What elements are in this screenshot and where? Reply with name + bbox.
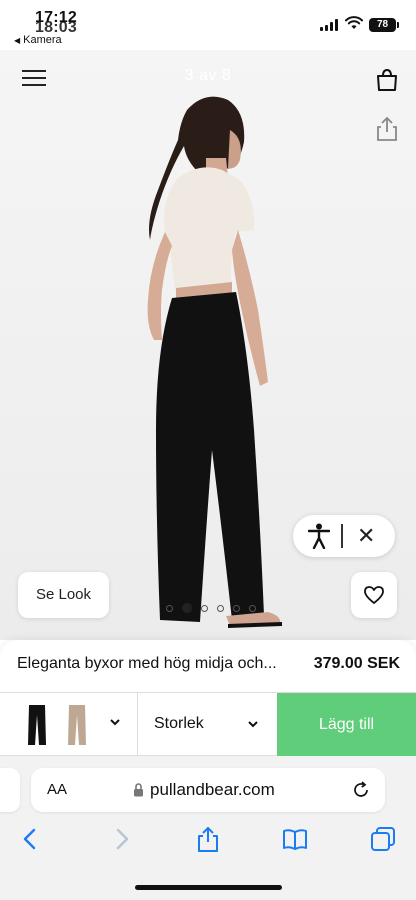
battery-icon: 78: [369, 18, 399, 32]
shopping-bag-icon[interactable]: [376, 68, 398, 92]
image-counter: 3 av 8: [184, 67, 232, 84]
back-app-label: Kamera: [23, 34, 62, 46]
see-look-button[interactable]: Se Look: [18, 572, 109, 618]
color-swatch-beige[interactable]: [66, 705, 88, 745]
color-chevron-down-icon[interactable]: [108, 715, 122, 729]
previous-tab-peek[interactable]: [0, 768, 20, 812]
product-info-bar[interactable]: Eleganta byxor med hög midja och... 379.…: [0, 640, 416, 692]
size-selector[interactable]: Storlek: [154, 715, 204, 733]
reload-icon[interactable]: [351, 780, 371, 800]
favorite-button[interactable]: [351, 572, 397, 618]
pagination-dot[interactable]: [182, 603, 192, 613]
accessibility-icon[interactable]: [308, 523, 330, 549]
address-bar[interactable]: AA pullandbear.com: [31, 768, 385, 812]
color-swatch-black[interactable]: [26, 705, 48, 745]
pagination-dot[interactable]: [201, 604, 208, 612]
gallery-pagination[interactable]: [166, 603, 256, 613]
text-size-button[interactable]: AA: [47, 781, 67, 798]
heart-icon: [364, 586, 384, 604]
pagination-dot[interactable]: [166, 604, 173, 612]
share-icon[interactable]: [375, 116, 399, 142]
forward-icon[interactable]: [108, 826, 134, 852]
browser-toolbar: AA pullandbear.com: [0, 756, 416, 900]
add-to-cart-button[interactable]: Lägg till: [277, 693, 416, 757]
status-bar: 17:12 18:03 ◀ Kamera 78: [0, 0, 416, 50]
pagination-dot[interactable]: [249, 604, 256, 612]
purchase-options: Storlek Lägg till: [0, 692, 416, 757]
tabs-icon[interactable]: [370, 826, 396, 852]
wifi-icon: [345, 16, 363, 29]
back-icon[interactable]: [18, 826, 44, 852]
divider: [137, 693, 138, 757]
url-text[interactable]: pullandbear.com: [150, 780, 275, 800]
bookmarks-icon[interactable]: [282, 826, 308, 852]
size-chevron-down-icon[interactable]: [246, 717, 260, 731]
close-icon[interactable]: ✕: [357, 523, 375, 549]
pagination-dot[interactable]: [217, 604, 224, 612]
share-icon[interactable]: [195, 826, 221, 852]
accessibility-widget[interactable]: ✕: [293, 515, 395, 557]
home-indicator[interactable]: [135, 885, 282, 890]
back-to-app-link[interactable]: ◀ Kamera: [14, 34, 62, 46]
back-arrow-icon: ◀: [14, 35, 21, 45]
product-name[interactable]: Eleganta byxor med hög midja och...: [17, 655, 277, 673]
divider: [341, 524, 343, 548]
product-image-gallery[interactable]: 3 av 8 ✕ Se Look: [0, 50, 416, 640]
pagination-dot[interactable]: [233, 604, 240, 612]
cellular-signal-icon: [320, 19, 340, 31]
product-price: 379.00 SEK: [313, 655, 400, 672]
lock-icon: [134, 783, 143, 797]
text-size-label: AA: [47, 781, 68, 798]
